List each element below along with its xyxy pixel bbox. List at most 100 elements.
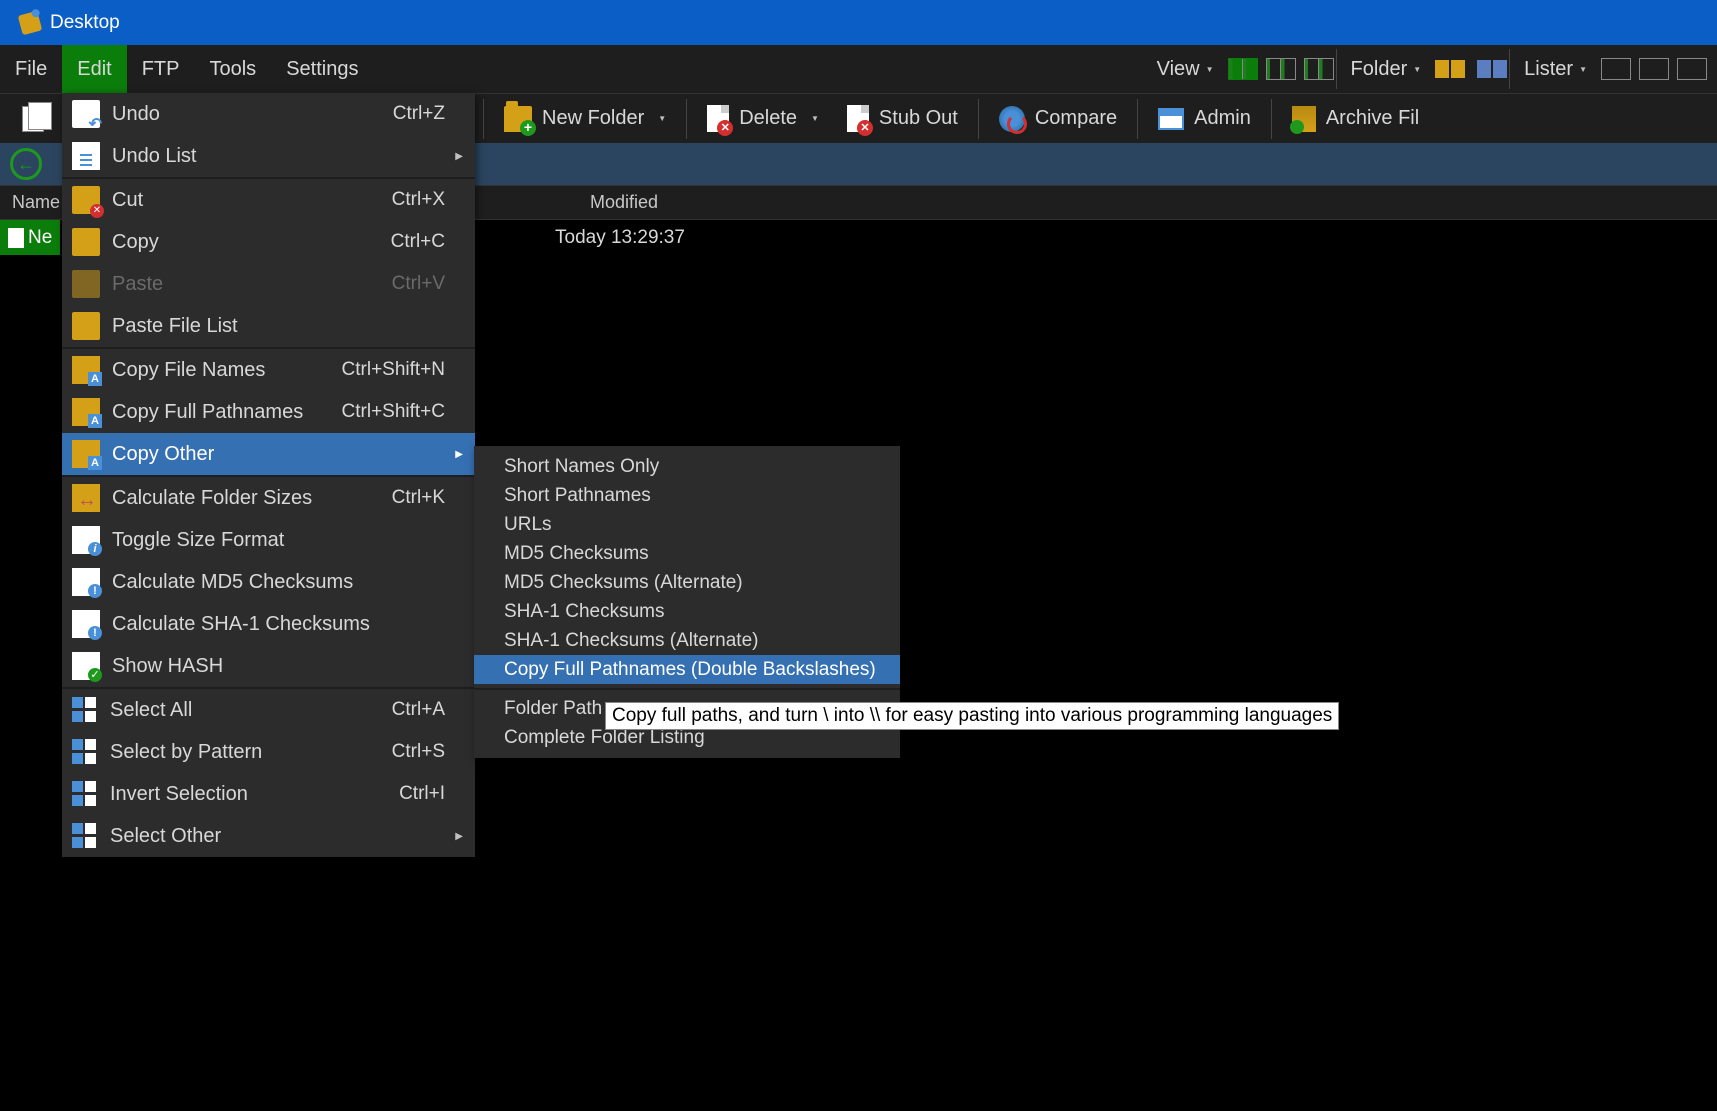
menu-item-label: Paste: [112, 273, 163, 296]
tb-delete[interactable]: Delete: [695, 94, 831, 143]
tb-new-folder[interactable]: New Folder: [492, 94, 678, 143]
di-copyA-icon: [72, 398, 100, 426]
menu-item-copy-full-pathnames[interactable]: Copy Full Pathnames Ctrl+Shift+C: [62, 391, 475, 433]
submenu-item-sha-1-checksums-alternate-[interactable]: SHA-1 Checksums (Alternate): [474, 626, 900, 655]
menu-item-label: Calculate MD5 Checksums: [112, 571, 353, 594]
new-folder-icon: [504, 106, 532, 132]
menu-edit[interactable]: Edit: [62, 45, 126, 93]
menu-item-show-hash[interactable]: Show HASH: [62, 645, 475, 687]
lister-menu[interactable]: Lister: [1512, 45, 1599, 93]
menu-shortcut: Ctrl+Shift+C: [342, 401, 475, 423]
submenu-item-sha-1-checksums[interactable]: SHA-1 Checksums: [474, 597, 900, 626]
di-doc info-icon: [72, 526, 100, 554]
submenu-item-copy-full-pathnames-double-backslashes-[interactable]: Copy Full Pathnames (Double Backslashes): [474, 655, 900, 684]
menu-settings[interactable]: Settings: [271, 45, 373, 93]
app-icon: [18, 10, 42, 34]
view-mode-3-icon[interactable]: [1304, 58, 1334, 80]
menu-item-label: Invert Selection: [110, 783, 248, 806]
menu-shortcut: Ctrl+A: [392, 699, 475, 721]
tb-compare[interactable]: Compare: [987, 94, 1129, 143]
submenu-item-urls[interactable]: URLs: [474, 510, 900, 539]
submenu-item-md5-checksums[interactable]: MD5 Checksums: [474, 539, 900, 568]
menu-item-select-all[interactable]: Select AllCtrl+A: [62, 689, 475, 731]
menu-item-copy-file-names[interactable]: Copy File NamesCtrl+Shift+N: [62, 349, 475, 391]
document-icon: [8, 228, 24, 248]
menu-item-label: Undo: [112, 103, 160, 126]
lister-mode-2-icon[interactable]: [1639, 58, 1669, 80]
submenu-item-md5-checksums-alternate-[interactable]: MD5 Checksums (Alternate): [474, 568, 900, 597]
di-copy-icon: [72, 228, 100, 256]
menu-item-calculate-sha-1-checksums[interactable]: Calculate SHA-1 Checksums: [62, 603, 475, 645]
di-sel oth-icon: [72, 823, 98, 849]
menu-item-toggle-size-format[interactable]: Toggle Size Format: [62, 519, 475, 561]
di-calc-icon: [72, 484, 100, 512]
menu-shortcut: Ctrl+X: [392, 189, 475, 211]
submenu-separator: [474, 688, 900, 690]
menu-item-invert-selection[interactable]: Invert SelectionCtrl+I: [62, 773, 475, 815]
submenu-item-short-names-only[interactable]: Short Names Only: [474, 452, 900, 481]
menu-item-undo[interactable]: Undo Ctrl+Z: [62, 93, 475, 135]
view-mode-1-icon[interactable]: [1228, 58, 1258, 80]
tb-copy[interactable]: [10, 94, 56, 143]
menu-item-cut[interactable]: Cut Ctrl+X: [62, 179, 475, 221]
di-sel all-icon: [72, 697, 98, 723]
delete-icon: [707, 105, 729, 132]
submenu-item-short-pathnames[interactable]: Short Pathnames: [474, 481, 900, 510]
archive-icon: [1292, 106, 1316, 132]
menu-ftp[interactable]: FTP: [127, 45, 195, 93]
menu-item-label: Calculate Folder Sizes: [112, 487, 312, 510]
menu-file[interactable]: File: [0, 45, 62, 93]
menu-shortcut: Ctrl+S: [392, 741, 475, 763]
menu-item-paste[interactable]: Paste Ctrl+V: [62, 263, 475, 305]
menu-item-undo-list[interactable]: Undo List: [62, 135, 475, 177]
menu-item-label: Cut: [112, 189, 143, 212]
menu-item-label: Select Other: [110, 825, 221, 848]
menu-item-copy-other[interactable]: Copy Other: [62, 433, 475, 475]
view-menu[interactable]: View: [1145, 45, 1226, 93]
menu-tools[interactable]: Tools: [194, 45, 271, 93]
menu-shortcut: Ctrl+C: [391, 231, 475, 253]
menu-item-label: Calculate SHA-1 Checksums: [112, 613, 370, 636]
lister-mode-3-icon[interactable]: [1677, 58, 1707, 80]
menu-item-label: Copy: [112, 231, 159, 254]
di-doc excl-icon: [72, 568, 100, 596]
menu-item-label: Show HASH: [112, 655, 223, 678]
folder-menu[interactable]: Folder: [1339, 45, 1434, 93]
back-button[interactable]: ←: [0, 143, 52, 185]
col-name[interactable]: Name: [0, 192, 60, 213]
menu-item-select-other[interactable]: Select Other: [62, 815, 475, 857]
di-list-icon: [72, 142, 100, 170]
di-cut-icon: [72, 186, 100, 214]
menu-item-select-by-pattern[interactable]: Select by Pattern Ctrl+S: [62, 731, 475, 773]
titlebar: Desktop: [0, 0, 1717, 45]
menu-item-paste-file-list[interactable]: Paste File List: [62, 305, 475, 347]
title-text: Desktop: [50, 12, 120, 34]
menu-item-label: Select by Pattern: [110, 741, 262, 764]
menu-item-label: Copy Full Pathnames: [112, 401, 303, 424]
menu-item-label: Copy Other: [112, 443, 214, 466]
stub-out-icon: [847, 105, 869, 132]
menu-shortcut: Ctrl+Z: [393, 103, 475, 125]
tooltip: Copy full paths, and turn \ into \\ for …: [605, 702, 1339, 730]
di-paste-icon: [72, 270, 100, 298]
back-arrow-icon: ←: [10, 148, 42, 180]
lister-mode-1-icon[interactable]: [1601, 58, 1631, 80]
tb-archive[interactable]: Archive Fil: [1280, 94, 1431, 143]
di-hash-icon: [72, 652, 100, 680]
menu-item-copy[interactable]: Copy Ctrl+C: [62, 221, 475, 263]
di-sel pat-icon: [72, 739, 98, 765]
menu-item-calculate-folder-sizes[interactable]: Calculate Folder SizesCtrl+K: [62, 477, 475, 519]
tb-stub-out[interactable]: Stub Out: [835, 94, 970, 143]
menu-item-calculate-md5-checksums[interactable]: Calculate MD5 Checksums: [62, 561, 475, 603]
admin-icon: [1158, 108, 1184, 130]
dual-folder-icon-1[interactable]: [1435, 60, 1465, 78]
di-copyA-icon: [72, 440, 100, 468]
menu-shortcut: Ctrl+V: [392, 273, 475, 295]
view-mode-2-icon[interactable]: [1266, 58, 1296, 80]
tb-admin[interactable]: Admin: [1146, 94, 1263, 143]
di-copy-icon: [72, 312, 100, 340]
menu-item-label: Paste File List: [112, 315, 238, 338]
di-undo-icon: [72, 100, 100, 128]
dual-folder-icon-2[interactable]: [1477, 60, 1507, 78]
di-copyA-icon: [72, 356, 100, 384]
